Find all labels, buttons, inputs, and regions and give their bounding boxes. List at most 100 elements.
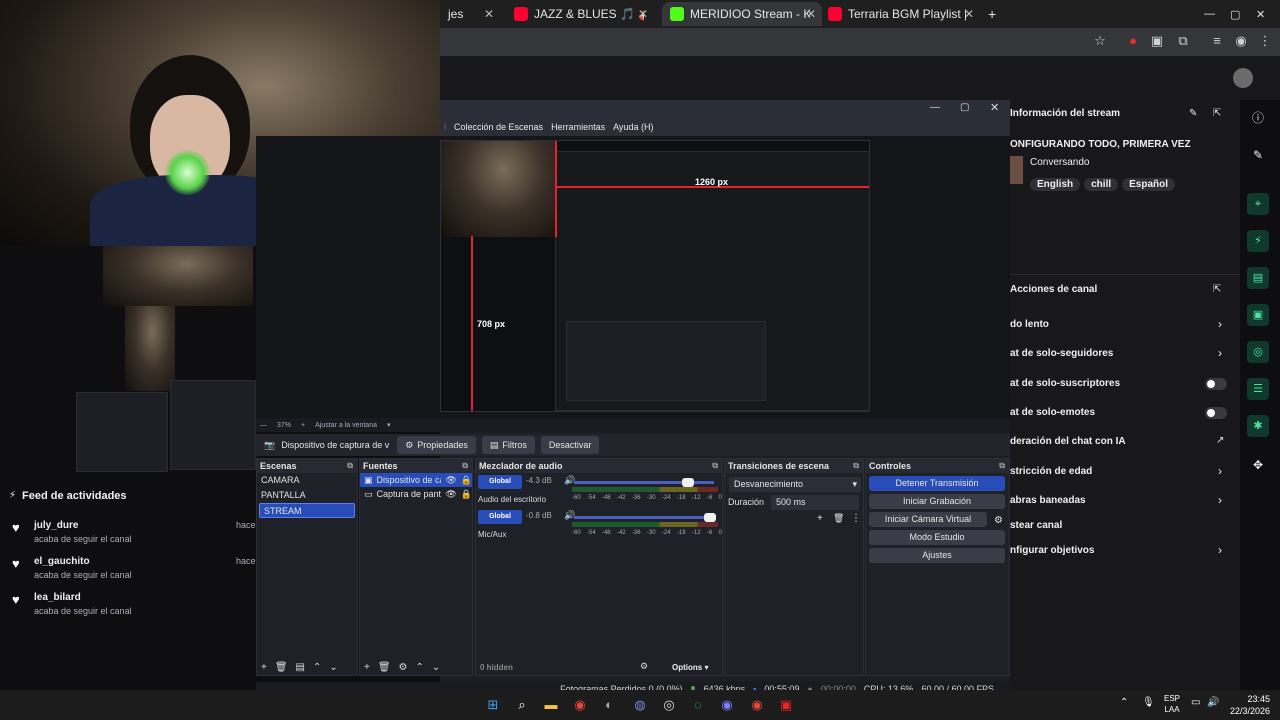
action-banned-words[interactable]: abras baneadas — [1010, 495, 1086, 506]
global-button[interactable]: Global — [478, 510, 522, 524]
transition-select[interactable]: Desvanecimiento ▾ — [729, 477, 861, 492]
trash-icon[interactable]: 🗑 — [833, 513, 844, 524]
feed-user[interactable]: el_gauchito — [34, 556, 90, 567]
chevron-right-icon[interactable]: › — [1218, 346, 1222, 360]
avatar[interactable] — [1233, 68, 1253, 88]
popout-icon[interactable]: ⇱ — [1213, 108, 1221, 119]
edit-icon[interactable]: ✎ — [1189, 108, 1197, 119]
zoom-fit[interactable]: Ajustar a la ventana — [315, 422, 377, 429]
add-icon[interactable]: + — [364, 662, 370, 673]
emotes-toggle[interactable] — [1205, 407, 1227, 419]
menu-help[interactable]: Ayuda (H) — [613, 122, 653, 132]
chevron-right-icon[interactable]: › — [1218, 464, 1222, 478]
zoom-out[interactable]: — — [260, 422, 267, 429]
feed-user[interactable]: lea_bilard — [34, 592, 81, 603]
volume-slider[interactable] — [574, 516, 714, 519]
scene-item[interactable]: PANTALLA — [257, 488, 357, 503]
eye-icon[interactable]: 👁 — [445, 487, 456, 501]
close-icon[interactable]: ✕ — [990, 101, 999, 114]
popout-icon[interactable]: ⇱ — [1213, 284, 1221, 295]
lock-icon[interactable]: 🔒 — [461, 487, 472, 501]
float-icon[interactable]: ⧉ — [462, 459, 468, 473]
down-icon[interactable]: ⌄ — [432, 662, 440, 673]
network-icon[interactable]: ▭ — [1191, 697, 1200, 708]
category-name[interactable]: Conversando — [1030, 157, 1089, 168]
zoom-in[interactable]: + — [301, 422, 305, 429]
browser-tab-1[interactable]: JAZZ & BLUES 🎵 🎸 instrume✕ — [506, 2, 654, 26]
browser-tab-2[interactable]: MERIDIOO Stream - Kick Dashb✕ — [662, 2, 822, 26]
more-menu-icon[interactable]: ⋮ — [1258, 34, 1272, 48]
chevron-right-icon[interactable]: › — [1218, 317, 1222, 331]
app-icon[interactable]: ▣ — [776, 695, 796, 715]
clip-icon[interactable]: ⌖ — [1247, 193, 1269, 215]
add-icon[interactable]: + — [817, 513, 823, 524]
duration-input[interactable]: 500 ms — [771, 495, 859, 510]
volume-knob[interactable] — [682, 478, 694, 487]
eye-icon[interactable]: 👁 — [445, 473, 456, 487]
tag[interactable]: Español — [1122, 178, 1176, 191]
action-ai-moderation[interactable]: deración del chat con IA — [1010, 436, 1126, 447]
app-icon[interactable]: ◉ — [717, 695, 737, 715]
action-emotes-only[interactable]: at de solo-emotes — [1010, 407, 1095, 418]
clipboard-icon[interactable]: ▤ — [1247, 267, 1269, 289]
action-age-restriction[interactable]: stricción de edad — [1010, 466, 1092, 477]
bookmark-star-icon[interactable]: ☆ — [1093, 34, 1107, 48]
volume-knob[interactable] — [704, 513, 716, 522]
down-icon[interactable]: ⌄ — [329, 662, 337, 673]
settings-button[interactable]: Ajustes — [869, 548, 1005, 563]
studio-mode-button[interactable]: Modo Estudio — [869, 530, 1005, 545]
trash-icon[interactable]: 🗑 — [378, 662, 391, 673]
minimize-icon[interactable]: — — [1196, 2, 1223, 26]
obs-icon[interactable]: ◎ — [659, 695, 679, 715]
language-indicator[interactable]: ESP LAA — [1160, 693, 1184, 715]
close-icon[interactable]: ✕ — [964, 7, 974, 21]
windows-start-icon[interactable]: ⊞ — [483, 695, 503, 715]
new-tab-button[interactable]: + — [980, 2, 1000, 26]
subscribers-toggle[interactable] — [1205, 378, 1227, 390]
steam-icon[interactable]: ◐ — [599, 695, 619, 715]
chrome-icon[interactable]: ◉ — [570, 695, 590, 715]
chevron-down-icon[interactable]: ▾ — [387, 421, 391, 429]
properties-button[interactable]: ⚙ Propiedades — [397, 436, 476, 454]
action-followers-only[interactable]: at de solo-seguidores — [1010, 348, 1113, 359]
action-goals[interactable]: nfigurar objetivos — [1010, 545, 1094, 556]
browser-tab-0[interactable]: jes ✕ — [440, 2, 500, 26]
more-menu-icon[interactable]: ⋮ — [851, 513, 861, 524]
menu-tools[interactable]: Herramientas — [551, 122, 605, 132]
whatsapp-icon[interactable]: ◌ — [688, 695, 708, 715]
gear-icon[interactable]: ⚙ — [994, 515, 1003, 526]
options-button[interactable]: Options ▾ — [672, 663, 708, 672]
wrench-icon[interactable]: ✱ — [1247, 415, 1269, 437]
extension-icon[interactable]: ● — [1126, 34, 1140, 48]
filters-button[interactable]: ▤ Filtros — [481, 436, 535, 454]
stop-stream-button[interactable]: Detener Transmisión — [869, 476, 1005, 491]
lock-icon[interactable]: 🔒 — [461, 473, 472, 487]
action-host-channel[interactable]: stear canal — [1010, 520, 1062, 531]
discord-icon[interactable]: ◍ — [630, 695, 650, 715]
filter-icon[interactable]: ▤ — [296, 662, 305, 673]
up-icon[interactable]: ⌃ — [313, 662, 321, 673]
browser-tab-3[interactable]: Terraria BGM Playlist | Study✕ — [820, 2, 980, 26]
tag[interactable]: chill — [1084, 178, 1119, 191]
start-recording-button[interactable]: Iniciar Grabación — [869, 494, 1005, 509]
minimize-icon[interactable]: — — [930, 102, 940, 113]
add-icon[interactable]: + — [261, 662, 267, 673]
maximize-icon[interactable]: ▢ — [1222, 2, 1248, 26]
bolt-icon[interactable]: ⚡ — [1247, 230, 1269, 252]
clock[interactable]: 23:45 22/3/2026 — [1220, 693, 1270, 717]
info-icon[interactable]: ⓘ — [1249, 109, 1267, 127]
source-item[interactable]: ▭ Captura de panta 👁 🔒 — [360, 487, 472, 501]
add-action-icon[interactable]: ✥ — [1249, 456, 1267, 474]
menu-scene-collection[interactable]: Colección de Escenas — [454, 122, 543, 132]
gear-icon[interactable]: ⚙ — [399, 662, 408, 673]
action-slow-mode[interactable]: do lento — [1010, 319, 1049, 330]
close-icon[interactable]: ✕ — [484, 7, 494, 21]
extension-icon[interactable]: ▣ — [1150, 34, 1164, 48]
external-link-icon[interactable]: ↗ — [1216, 435, 1224, 446]
program-preview[interactable]: 1260 px 708 px — [440, 140, 870, 412]
deactivate-button[interactable]: Desactivar — [540, 436, 600, 454]
feed-user[interactable]: july_dure — [34, 520, 78, 531]
layout-icon[interactable]: ☰ — [1247, 378, 1269, 400]
scene-item-selected[interactable]: STREAM — [259, 503, 355, 518]
float-icon[interactable]: ⧉ — [347, 459, 353, 473]
